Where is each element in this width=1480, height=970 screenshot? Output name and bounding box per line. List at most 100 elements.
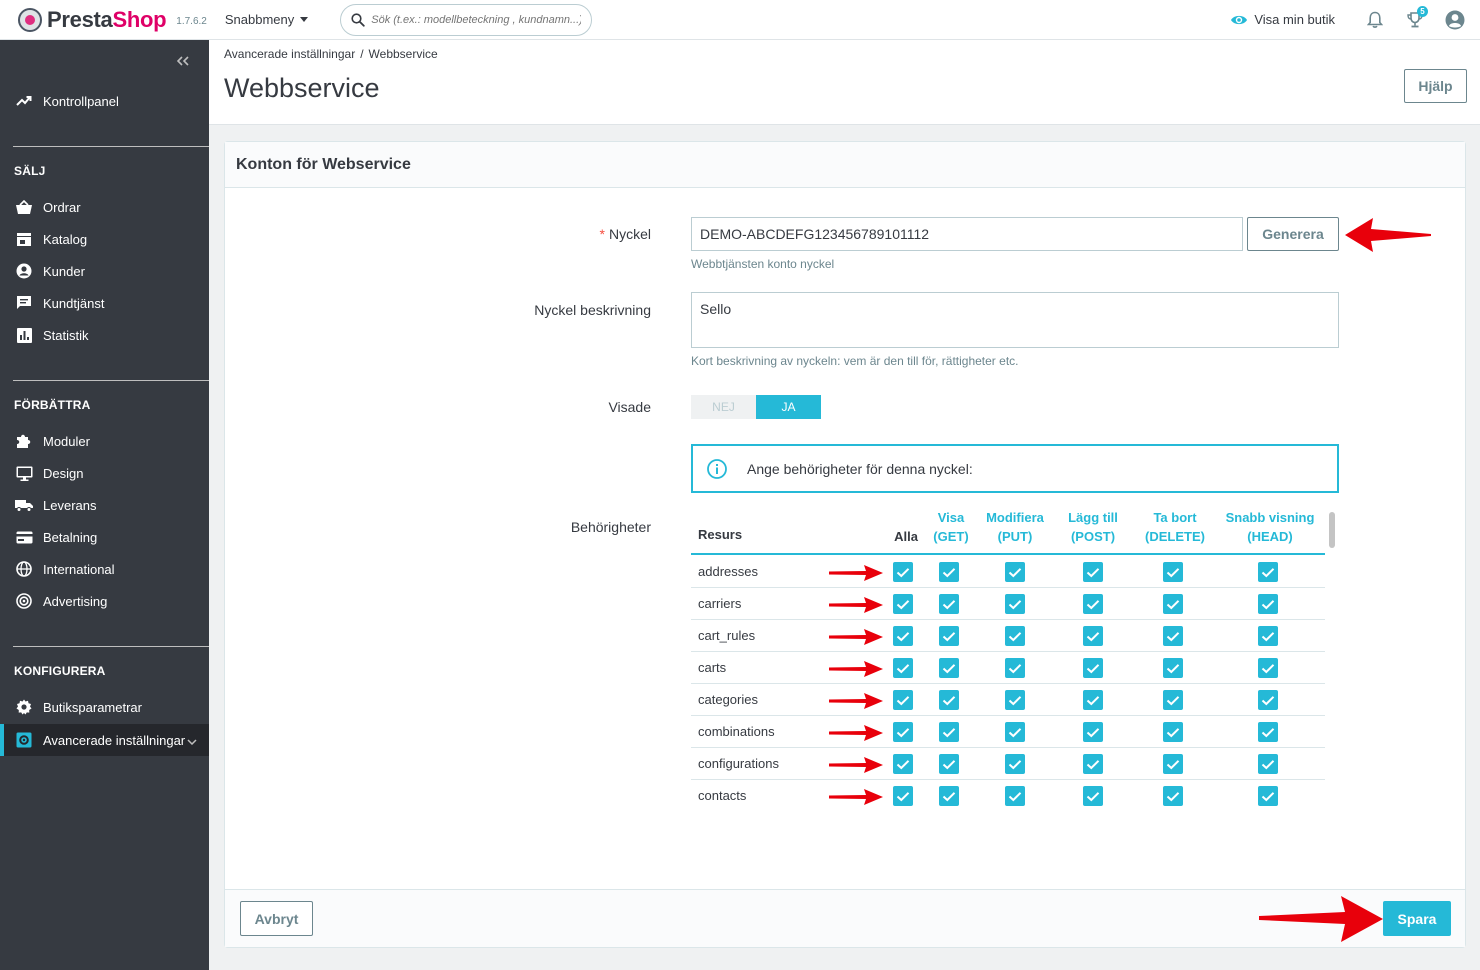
- breadcrumb-parent[interactable]: Avancerade inställningar: [224, 47, 355, 61]
- checkbox-put[interactable]: [1005, 626, 1025, 646]
- checkbox-get[interactable]: [939, 690, 959, 710]
- generate-key-button[interactable]: Generera: [1247, 217, 1339, 251]
- checkbox-put[interactable]: [1005, 786, 1025, 806]
- sidebar-item-customer-service[interactable]: Kundtjänst: [0, 287, 209, 319]
- column-header-delete[interactable]: Ta bort (DELETE): [1135, 508, 1215, 546]
- checkbox-delete[interactable]: [1163, 626, 1183, 646]
- sidebar-item-design[interactable]: Design: [0, 457, 209, 489]
- quick-access-menu[interactable]: Snabbmeny: [225, 12, 309, 27]
- checkbox-post[interactable]: [1083, 562, 1103, 582]
- info-icon: [707, 458, 727, 479]
- checkbox-get[interactable]: [939, 626, 959, 646]
- checkbox-all[interactable]: [893, 594, 913, 614]
- key-input[interactable]: [691, 217, 1243, 251]
- sidebar-divider: [13, 380, 209, 381]
- checkbox-post[interactable]: [1083, 722, 1103, 742]
- checkbox-delete[interactable]: [1163, 658, 1183, 678]
- checkbox-put[interactable]: [1005, 594, 1025, 614]
- column-header-get[interactable]: Visa (GET): [921, 508, 981, 546]
- column-header-head[interactable]: Snabb visning (HEAD): [1220, 508, 1320, 546]
- table-scrollbar[interactable]: [1327, 508, 1337, 810]
- column-header-put[interactable]: Modifiera (PUT): [975, 508, 1055, 546]
- notifications-button[interactable]: [1355, 0, 1395, 40]
- checkbox-all[interactable]: [893, 626, 913, 646]
- checkbox-put[interactable]: [1005, 690, 1025, 710]
- checkbox-all[interactable]: [893, 562, 913, 582]
- sidebar-divider: [13, 646, 209, 647]
- key-label: * Nyckel: [599, 226, 651, 242]
- sidebar-item-advertising[interactable]: Advertising: [0, 585, 209, 617]
- switch-option-yes[interactable]: JA: [756, 395, 821, 419]
- status-switch[interactable]: NEJ JA: [691, 395, 822, 419]
- checkbox-head[interactable]: [1258, 722, 1278, 742]
- search-input[interactable]: [371, 13, 582, 26]
- checkbox-get[interactable]: [939, 722, 959, 742]
- orders-notification-button[interactable]: 5: [1395, 0, 1435, 40]
- checkbox-get[interactable]: [939, 562, 959, 582]
- checkbox-post[interactable]: [1083, 754, 1103, 774]
- checkbox-put[interactable]: [1005, 658, 1025, 678]
- sidebar-item-orders[interactable]: Ordrar: [0, 191, 209, 223]
- sidebar-item-dashboard[interactable]: Kontrollpanel: [0, 85, 209, 117]
- save-button[interactable]: Spara: [1383, 901, 1451, 936]
- sidebar-item-stats[interactable]: Statistik: [0, 319, 209, 351]
- sidebar-item-shop-parameters[interactable]: Butiksparametrar: [0, 691, 209, 723]
- checkbox-put[interactable]: [1005, 754, 1025, 774]
- checkbox-get[interactable]: [939, 754, 959, 774]
- employee-menu-button[interactable]: [1435, 0, 1475, 40]
- search-box[interactable]: [340, 3, 593, 36]
- checkbox-delete[interactable]: [1163, 690, 1183, 710]
- checkbox-head[interactable]: [1258, 690, 1278, 710]
- checkbox-head[interactable]: [1258, 786, 1278, 806]
- help-button[interactable]: Hjälp: [1404, 69, 1467, 103]
- checkbox-post[interactable]: [1083, 786, 1103, 806]
- checkbox-delete[interactable]: [1163, 722, 1183, 742]
- description-textarea[interactable]: [691, 292, 1339, 348]
- checkbox-all[interactable]: [893, 658, 913, 678]
- table-row: combinations: [691, 716, 1325, 748]
- checkbox-delete[interactable]: [1163, 562, 1183, 582]
- permissions-table-header: Resurs Alla Visa (GET) Modifiera (PUT) Läg…: [691, 508, 1325, 555]
- sidebar-item-international[interactable]: International: [0, 553, 209, 585]
- checkbox-delete[interactable]: [1163, 786, 1183, 806]
- sidebar-heading-improve: FÖRBÄTTRA: [14, 398, 91, 412]
- cancel-button[interactable]: Avbryt: [240, 901, 313, 936]
- checkbox-all[interactable]: [893, 786, 913, 806]
- breadcrumb-current[interactable]: Webbservice: [369, 47, 438, 61]
- checkbox-post[interactable]: [1083, 658, 1103, 678]
- sidebar-item-catalog[interactable]: Katalog: [0, 223, 209, 255]
- checkbox-head[interactable]: [1258, 562, 1278, 582]
- sidebar-item-payment[interactable]: Betalning: [0, 521, 209, 553]
- checkbox-all[interactable]: [893, 754, 913, 774]
- sidebar-item-shipping[interactable]: Leverans: [0, 489, 209, 521]
- sidebar-item-modules[interactable]: Moduler: [0, 425, 209, 457]
- checkbox-head[interactable]: [1258, 754, 1278, 774]
- checkbox-put[interactable]: [1005, 562, 1025, 582]
- bar-chart-icon: [15, 326, 33, 344]
- checkbox-head[interactable]: [1258, 626, 1278, 646]
- checkbox-post[interactable]: [1083, 690, 1103, 710]
- checkbox-all[interactable]: [893, 690, 913, 710]
- checkbox-get[interactable]: [939, 658, 959, 678]
- permissions-table: Resurs Alla Visa (GET) Modifiera (PUT) Läg…: [691, 508, 1339, 810]
- column-header-post[interactable]: Lägg till (POST): [1058, 508, 1128, 546]
- checkbox-head[interactable]: [1258, 658, 1278, 678]
- checkbox-put[interactable]: [1005, 722, 1025, 742]
- checkbox-all[interactable]: [893, 722, 913, 742]
- checkbox-delete[interactable]: [1163, 594, 1183, 614]
- switch-option-no[interactable]: NEJ: [691, 395, 756, 419]
- collapse-sidebar-icon[interactable]: [176, 53, 189, 69]
- logo[interactable]: PrestaShop: [18, 7, 167, 33]
- resource-name: categories: [698, 692, 758, 707]
- sidebar-item-advanced-parameters[interactable]: Avancerade inställningar: [0, 724, 209, 756]
- checkbox-get[interactable]: [939, 786, 959, 806]
- checkbox-post[interactable]: [1083, 626, 1103, 646]
- view-shop-link[interactable]: Visa min butik: [1230, 12, 1335, 27]
- sidebar-item-customers[interactable]: Kunder: [0, 255, 209, 287]
- checkbox-get[interactable]: [939, 594, 959, 614]
- checkbox-delete[interactable]: [1163, 754, 1183, 774]
- checkbox-post[interactable]: [1083, 594, 1103, 614]
- table-row: carts: [691, 652, 1325, 684]
- checkbox-head[interactable]: [1258, 594, 1278, 614]
- table-scrollbar-thumb[interactable]: [1329, 512, 1335, 548]
